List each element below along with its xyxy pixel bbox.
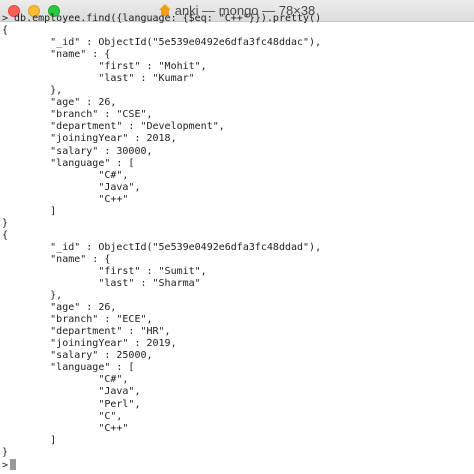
terminal-line: "age" : 26, (2, 97, 117, 109)
terminal-line: { (2, 229, 9, 241)
terminal-line: ] (2, 205, 57, 217)
terminal-line: "branch" : "ECE", (2, 314, 153, 326)
terminal-line: "salary" : 30000, (2, 145, 153, 157)
terminal-line: "joiningYear" : 2019, (2, 338, 177, 350)
terminal-line: }, (2, 85, 63, 97)
terminal-line: "Java", (2, 181, 141, 193)
prompt-line[interactable]: > (2, 458, 472, 471)
terminal-line: "_id" : ObjectId("5e539e0492e6dfa3fc48dd… (2, 37, 322, 49)
terminal-line: "C", (2, 410, 123, 422)
terminal-line: { (2, 25, 9, 37)
terminal-window: anki — mongo — 78×38 > db.employee.find(… (0, 0, 474, 474)
terminal-line: "C++" (2, 422, 129, 434)
text-cursor (10, 458, 17, 470)
terminal-line: "age" : 26, (2, 302, 117, 314)
terminal-line: "last" : "Sharma" (2, 278, 201, 290)
terminal-line: "department" : "HR", (2, 326, 171, 338)
terminal-line: "name" : { (2, 49, 111, 61)
terminal-line: "first" : "Sumit", (2, 265, 207, 277)
terminal-line: "department" : "Development", (2, 121, 225, 133)
terminal-line: "name" : { (2, 253, 111, 265)
prompt-symbol: > (2, 459, 9, 471)
terminal-line: "last" : "Kumar" (2, 73, 195, 85)
terminal-line: "first" : "Mohit", (2, 61, 207, 73)
terminal-line: > db.employee.find({language: {$eq: "C++… (2, 13, 322, 24)
terminal-line: "joiningYear" : 2018, (2, 133, 177, 145)
terminal-line: }, (2, 290, 63, 302)
terminal-line: "_id" : ObjectId("5e539e0492e6dfa3fc48dd… (2, 241, 322, 253)
terminal-line: "C#", (2, 374, 129, 386)
terminal-line: } (2, 217, 9, 229)
terminal-line: "branch" : "CSE", (2, 109, 153, 121)
terminal-line: "language" : [ (2, 157, 135, 169)
terminal-output[interactable]: > db.employee.find({language: {$eq: "C++… (2, 13, 472, 473)
terminal-line: "C++" (2, 193, 129, 205)
terminal-line: } (2, 446, 9, 458)
terminal-line: "salary" : 25000, (2, 350, 153, 362)
terminal-line: "C#", (2, 169, 129, 181)
terminal-line: "language" : [ (2, 362, 135, 374)
terminal-line: "Java", (2, 386, 141, 398)
terminal-line: ] (2, 434, 57, 446)
terminal-line: "Perl", (2, 398, 141, 410)
